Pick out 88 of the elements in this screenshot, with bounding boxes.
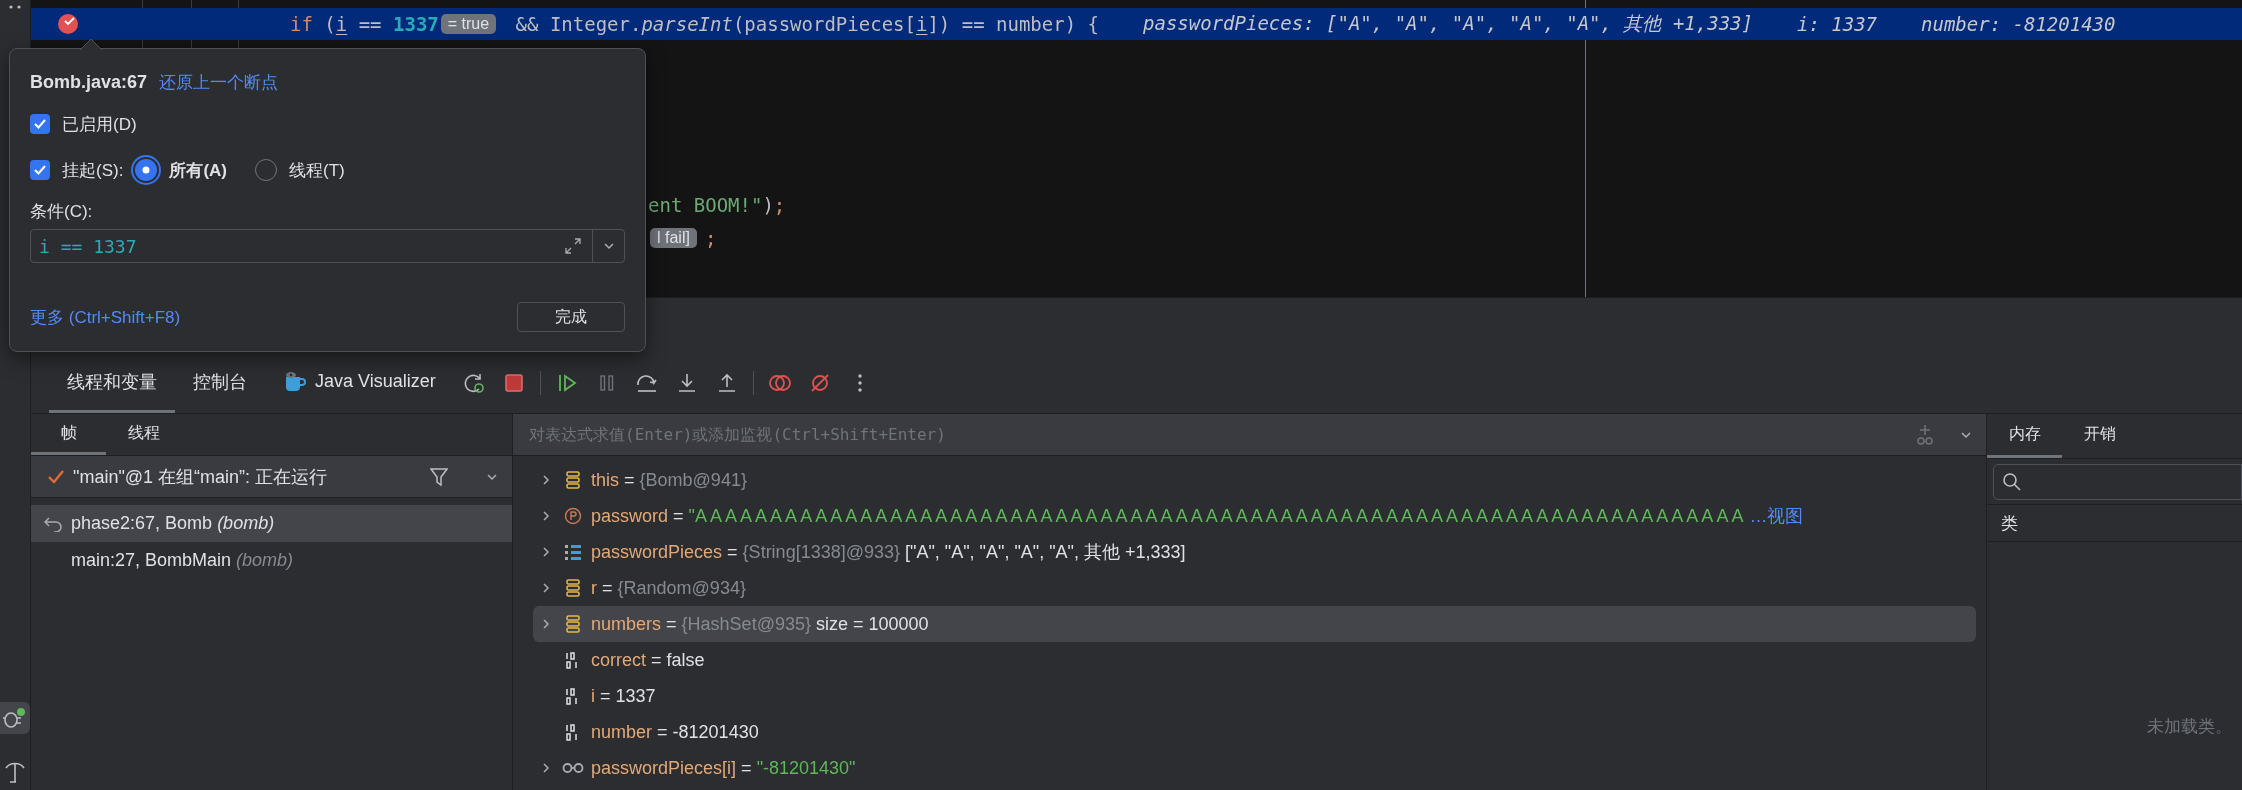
chevron-icon <box>540 510 552 522</box>
variable-text: i = 1337 <box>591 685 656 707</box>
code-token: (passwordPieces[ <box>732 13 916 35</box>
array-icon <box>564 543 582 561</box>
radio-label: 线程(T) <box>289 159 345 182</box>
variable-text: this = {Bomb@941} <box>591 469 747 491</box>
popup-title: Bomb.java:67 <box>30 71 148 93</box>
restore-link[interactable]: 还原上一个断点 <box>159 70 279 94</box>
view-link[interactable]: …视图 <box>1749 504 1804 528</box>
suspend-checkbox[interactable] <box>30 160 50 180</box>
breakpoint-icon[interactable] <box>57 13 79 35</box>
panel-tab[interactable]: 内存 <box>1987 414 2062 458</box>
field-label: 条件(C): <box>30 200 93 223</box>
code-token: ]) == number) { <box>927 13 1099 35</box>
code-token: parseInt <box>641 13 733 35</box>
radio-dot-icon <box>142 166 151 174</box>
code-token: ; <box>704 226 717 249</box>
more-link[interactable]: 更多 (Ctrl+Shift+F8) <box>30 305 181 329</box>
variable-text: passwordPieces[i] = "-81201430" <box>591 757 856 779</box>
code-token: 1337 <box>393 13 439 35</box>
condition-box[interactable]: i == 1337 <box>30 229 625 263</box>
search-icon <box>2002 472 2022 492</box>
variable-row[interactable]: correct = false <box>533 642 1976 678</box>
stack-frame[interactable]: phase2:67, Bomb (bomb) <box>31 505 512 542</box>
variable-text: password = "A A A A A A A A A A A A A A A A A A A A A A A A A A A A A A A A A A A A A A A A A A A A A A A A A A A A A A A A A A A A A A A A A A A A A A <box>591 505 1744 527</box>
expand-icon[interactable] <box>564 237 582 255</box>
code-token: && Integer. <box>514 13 642 35</box>
enabled-checkbox[interactable] <box>30 114 50 134</box>
variable-text: r = {Random@934} <box>591 577 746 599</box>
glasses-icon <box>562 761 584 775</box>
empty-message: 未加载类。 <box>2147 716 2232 738</box>
variable-row[interactable]: passwordPieces = {String[1338]@933} ["A", "A", "A", "A", "A", 其他 +1,333] <box>533 534 1976 570</box>
variable-text: number = -81201430 <box>591 721 759 743</box>
chevron-icon <box>540 582 552 594</box>
inlay-hint: l fail] <box>650 227 697 248</box>
done-button[interactable]: 完成 <box>517 302 625 332</box>
variable-text: numbers = {HashSet@935} size = 100000 <box>591 613 929 635</box>
chevron-icon <box>602 240 615 252</box>
checkbox-label: 已启用(D) <box>62 113 137 136</box>
variable-row[interactable]: numbers = {HashSet@935} size = 100000 <box>533 606 1976 642</box>
debug-tab[interactable]: Java Visualizer <box>265 353 454 413</box>
variable-text: correct = false <box>591 649 705 671</box>
variable-row[interactable]: this = {Bomb@941} <box>533 462 1976 498</box>
field-icon <box>564 507 582 525</box>
code-token: ent BOOM!" <box>648 193 763 216</box>
panel-tab[interactable]: 线程 <box>106 414 181 455</box>
code-token: == <box>357 13 383 35</box>
radio-button[interactable] <box>135 159 158 181</box>
code-token: i <box>335 13 348 35</box>
thread-selector[interactable]: "main"@1 在组“main”: 正在运行 <box>31 456 512 498</box>
object-icon <box>565 579 581 597</box>
chevron-icon <box>540 546 552 558</box>
check-icon <box>33 164 47 176</box>
search-field[interactable] <box>1993 464 2242 500</box>
inline-value: passwordPieces: ["A", "A", "A", "A", "A", 其他 +1,333] <box>1143 11 1753 36</box>
object-icon <box>565 615 581 633</box>
column-header[interactable]: 类 <box>1987 504 2242 542</box>
stack-frame[interactable]: main:27, BombMain (bomb) <box>31 542 512 579</box>
variable-row[interactable]: number = -81201430 <box>533 714 1976 750</box>
variable-row[interactable]: passwordPieces[i] = "-81201430" <box>533 750 1976 786</box>
inline-value: i: 1337 <box>1796 13 1878 35</box>
filter-icon[interactable] <box>430 466 448 487</box>
variable-text: passwordPieces = {String[1338]@933} ["A", "A", "A", "A", "A", 其他 +1,333] <box>591 541 1186 564</box>
code-token: i <box>915 13 928 35</box>
cup-icon <box>283 369 307 394</box>
object-icon <box>565 471 581 489</box>
return-arrow-icon <box>44 515 63 532</box>
checkbox-label: 挂起(S): <box>62 159 124 182</box>
code-token: ; <box>773 193 786 216</box>
code-token: ( <box>323 13 336 35</box>
check-icon <box>33 118 47 130</box>
chevron-icon <box>540 474 552 486</box>
condition-field[interactable]: i == 1337 <box>31 230 554 262</box>
debug-tool-button[interactable] <box>0 702 30 734</box>
check-icon <box>47 468 65 485</box>
debug-tab[interactable]: 控制台 <box>175 353 265 413</box>
variable-row[interactable]: password = "A A A A A A A A A A A A A A A A A A A A A A A A A A A A A A A A A A A A A A A A A A A A A A A A A A A A A A A A A A A A A A A A A A A A A A …视图 <box>533 498 1976 534</box>
more-icon[interactable] <box>8 4 22 10</box>
chevron-icon <box>540 618 552 630</box>
inline-value: number: -81201430 <box>1921 13 2116 35</box>
code-token: ) <box>762 193 774 216</box>
code-token: if <box>290 13 313 35</box>
chevron-icon <box>540 762 552 774</box>
variable-row[interactable]: r = {Random@934} <box>533 570 1976 606</box>
inlay-hint: = true <box>440 14 497 34</box>
radio-label: 所有(A) <box>169 159 227 182</box>
variable-row[interactable]: i = 1337 <box>533 678 1976 714</box>
panel-tab[interactable]: 开销 <box>2062 414 2137 458</box>
